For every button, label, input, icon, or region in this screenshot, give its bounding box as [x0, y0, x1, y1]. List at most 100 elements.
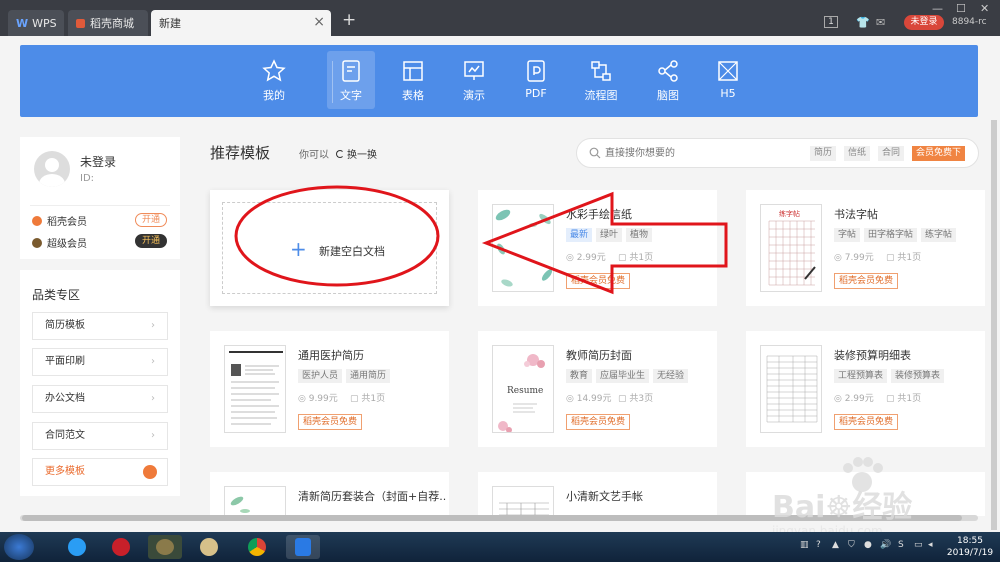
refresh-button[interactable]: 换一换 [336, 146, 377, 161]
nav-item-pdf[interactable]: PDF [512, 51, 560, 109]
search-tag-contract[interactable]: 合同 [878, 146, 905, 161]
nav-item-flowchart[interactable]: 流程图 [577, 51, 625, 109]
template-tag[interactable]: 练字帖 [921, 228, 957, 242]
vertical-scrollbar[interactable] [991, 120, 997, 530]
mail-icon[interactable]: ✉ [876, 16, 885, 29]
nav-item-h5[interactable]: H5 [704, 51, 752, 109]
chrome-icon[interactable] [240, 535, 274, 559]
avatar[interactable] [34, 151, 70, 187]
weather-app-icon[interactable] [60, 535, 94, 559]
template-tag[interactable]: 工程预算表 [834, 369, 888, 383]
nav-item-sheet[interactable]: 表格 [389, 51, 437, 109]
nav-item-mine[interactable]: 我的 [250, 51, 298, 109]
media-player-icon[interactable] [104, 535, 138, 559]
game-app-icon[interactable] [148, 535, 182, 559]
template-tag[interactable]: 装修预算表 [891, 369, 945, 383]
nav-item-label: PDF [525, 87, 547, 100]
template-tags: 字帖 田字格字帖 练字帖 [834, 228, 957, 242]
category-print[interactable]: 平面印刷 › [32, 348, 168, 376]
template-pages: ▢ 共1页 [350, 394, 386, 404]
tab-daoke-shop[interactable]: 稻壳商城 [68, 10, 148, 36]
tab-new[interactable]: 新建 × [151, 10, 331, 36]
tab-wps[interactable]: W WPS [8, 10, 64, 36]
nav-item-presentation[interactable]: 演示 [450, 51, 498, 109]
login-button[interactable]: 未登录 [904, 15, 944, 30]
help-icon[interactable]: ? [816, 540, 821, 550]
chevron-right-icon: › [151, 320, 155, 331]
document-icon [342, 60, 360, 82]
maximize-icon[interactable]: ☐ [956, 2, 966, 15]
paint-app-icon[interactable] [192, 535, 226, 559]
template-tag[interactable]: 田字格字帖 [864, 228, 918, 242]
vip-free-badge[interactable]: 稻壳会员免费 [834, 414, 899, 430]
search-tag-resume[interactable]: 简历 [810, 146, 837, 161]
nav-item-label: 我的 [263, 89, 285, 102]
show-hidden-icons[interactable]: ▲ [832, 540, 839, 550]
vip-free-badge[interactable]: 稻壳会员免费 [298, 414, 363, 430]
template-tag[interactable]: 无经验 [653, 369, 689, 383]
template-tag[interactable]: 植物 [626, 228, 653, 242]
wps-taskbar-icon[interactable] [286, 535, 320, 559]
scrollbar-thumb[interactable] [22, 515, 962, 521]
activate-super-button[interactable]: 开通 [135, 234, 167, 248]
network-icon[interactable]: ▥ [800, 540, 809, 550]
vip-free-badge[interactable]: 稻壳会员免费 [834, 273, 899, 289]
new-blank-document-card[interactable]: + 新建空白文档 [210, 190, 449, 306]
vip-free-badge[interactable]: 稻壳会员免费 [566, 414, 631, 430]
wps-logo-icon: W [16, 16, 29, 30]
price-value: 7.99元 [844, 253, 874, 263]
template-tag[interactable]: 教育 [566, 369, 593, 383]
close-tab-icon[interactable]: × [313, 14, 325, 30]
new-document-type-bar: 我的 文字 表格 演示 PDF 流程图 脑图 H5 [20, 45, 978, 117]
system-clock[interactable]: 18:55 2019/7/19 [944, 535, 996, 559]
category-label: 办公文档 [45, 393, 85, 404]
vip-free-badge[interactable]: 稻壳会员免费 [566, 273, 631, 289]
template-card[interactable]: 通用医护简历 医护人员 通用简历 ◎ 9.99元 ▢ 共1页 稻壳会员免费 [210, 331, 449, 447]
template-title: 小清新文艺手帐 [566, 490, 643, 503]
volume-icon[interactable]: 🔊 [880, 540, 891, 550]
category-contract[interactable]: 合同范文 › [32, 422, 168, 450]
security-shield-icon[interactable]: ⛉ [848, 540, 855, 550]
template-tag[interactable]: 字帖 [834, 228, 861, 242]
start-button[interactable] [4, 534, 34, 560]
title-bar: W WPS 稻壳商城 新建 × + 1 👕 ✉ 未登录 8894-rc — ☐ … [0, 0, 1000, 36]
activate-daoke-button[interactable]: 开通 [135, 213, 167, 227]
template-tags: 最新 绿叶 植物 [566, 228, 653, 242]
minimize-icon[interactable]: — [932, 2, 943, 15]
resume-preview-image [229, 351, 283, 425]
shirt-icon[interactable]: 👕 [856, 16, 870, 29]
user-id: ID: [80, 173, 95, 184]
template-card[interactable]: 小清新文艺手帐 [478, 472, 717, 516]
category-label: 简历模板 [45, 320, 85, 331]
horizontal-scrollbar[interactable] [20, 515, 978, 521]
user-card: 未登录 ID: 稻壳会员 开通 超级会员 开通 [20, 137, 180, 259]
speaker-icon[interactable]: ◂ [928, 540, 933, 550]
template-card[interactable]: 练字帖 书法字帖 字帖 田字格字帖 练字帖 ◎ 7.99元 ▢ 共1页 稻壳会员… [746, 190, 985, 306]
template-card[interactable]: 水彩手绘信纸 最新 绿叶 植物 ◎ 2.99元 ▢ 共1页 稻壳会员免费 [478, 190, 717, 306]
template-tag[interactable]: 绿叶 [596, 228, 623, 242]
nav-item-text[interactable]: 文字 [327, 51, 375, 109]
search-tag-letter[interactable]: 信纸 [844, 146, 871, 161]
monitor-icon[interactable]: ▭ [914, 540, 923, 550]
template-tag[interactable]: 最新 [566, 228, 593, 242]
template-tag[interactable]: 通用简历 [346, 369, 391, 383]
template-tag[interactable]: 应届毕业生 [596, 369, 650, 383]
qq-icon[interactable]: ● [864, 540, 872, 550]
more-templates-button[interactable]: 更多模板 [32, 458, 168, 486]
nav-item-mindmap[interactable]: 脑图 [644, 51, 692, 109]
ime-icon[interactable]: S [898, 540, 904, 550]
template-card[interactable]: 装修预算明细表 工程预算表 装修预算表 ◎ 2.99元 ▢ 共1页 稻壳会员免费 [746, 331, 985, 447]
search-input[interactable] [605, 145, 805, 161]
template-card[interactable]: 清新简历套装合（封面+自荐.. [210, 472, 449, 516]
template-card[interactable]: Resume 教师简历封面 教育 应届毕业生 无经验 ◎ 14.99元 ▢ 共3… [478, 331, 717, 447]
close-window-icon[interactable]: ✕ [980, 2, 989, 15]
category-resume[interactable]: 简历模板 › [32, 312, 168, 340]
window-count-badge[interactable]: 1 [824, 16, 838, 28]
template-thumbnail [224, 345, 286, 433]
new-tab-icon[interactable]: + [342, 10, 356, 30]
template-tag[interactable]: 医护人员 [298, 369, 343, 383]
user-name[interactable]: 未登录 [80, 153, 116, 170]
vip-free-download-button[interactable]: 会员免费下 [912, 146, 966, 161]
category-office[interactable]: 办公文档 › [32, 385, 168, 413]
template-card[interactable] [746, 472, 985, 516]
